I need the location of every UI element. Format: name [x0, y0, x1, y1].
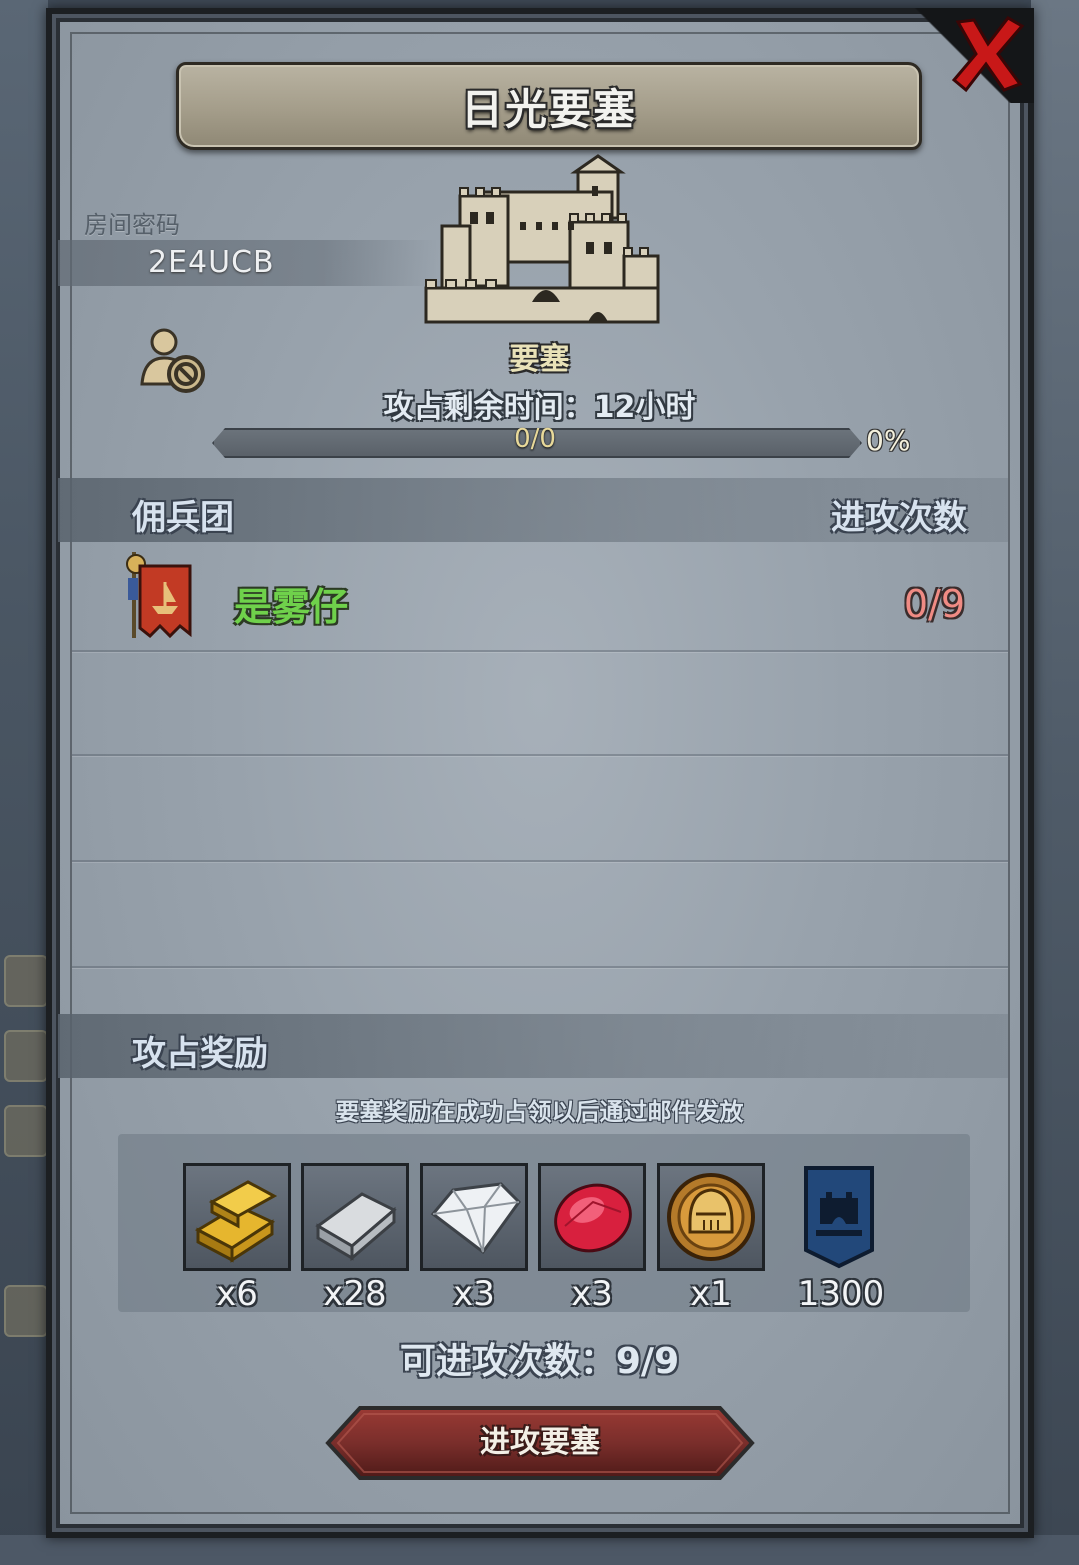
background-bottom	[0, 1535, 1079, 1565]
reward-count: 1300	[797, 1274, 885, 1314]
reward-ruby[interactable]	[538, 1163, 646, 1271]
ruby-icon	[554, 1183, 632, 1253]
guild-banner-icon[interactable]	[124, 548, 196, 642]
side-search-icon[interactable]	[4, 1285, 48, 1337]
mercenary-section-title: 佣兵团	[132, 498, 234, 538]
side-map-icon[interactable]	[4, 1030, 48, 1082]
room-code-label: 房间密码	[84, 211, 180, 239]
side-scroll-icon[interactable]	[4, 955, 48, 1007]
progress-percent: 0%	[866, 424, 911, 457]
title-banner: 日光要塞	[176, 62, 922, 150]
close-button[interactable]	[950, 14, 1026, 94]
gold-bars-icon	[194, 1180, 278, 1263]
progress-count: 0/0	[514, 424, 556, 454]
dialog-title: 日光要塞	[460, 84, 637, 134]
attack-fortress-button[interactable]: 进攻要塞	[324, 1404, 756, 1482]
reward-section-title: 攻占奖励	[132, 1034, 268, 1074]
reward-count: x28	[323, 1274, 387, 1314]
reward-count: x1	[690, 1274, 732, 1314]
list-divider	[72, 860, 1008, 862]
mercenary-attack-count: 0/9	[903, 582, 965, 626]
list-divider	[72, 650, 1008, 652]
list-divider	[72, 754, 1008, 756]
diamond-icon	[430, 1182, 521, 1255]
reward-count: x3	[571, 1274, 613, 1314]
reward-count: x3	[453, 1274, 495, 1314]
reward-gold-bars[interactable]	[183, 1163, 291, 1271]
knight-helmet-coin-icon	[667, 1173, 755, 1261]
attack-fortress-label: 进攻要塞	[480, 1425, 600, 1460]
list-divider	[72, 966, 1008, 968]
reward-iron-ingot[interactable]	[301, 1163, 409, 1271]
reward-note: 要塞奖励在成功占领以后通过邮件发放	[335, 1098, 744, 1126]
mercenary-name[interactable]: 是雾仔	[234, 576, 348, 631]
fortress-castle-icon	[424, 154, 660, 324]
occupy-time-remaining: 攻占剩余时间：12小时	[383, 390, 696, 425]
close-x-icon	[951, 16, 1025, 93]
remaining-attempts: 可进攻次数：9/9	[399, 1341, 680, 1382]
reward-count: x6	[216, 1274, 258, 1314]
background-right	[1031, 0, 1079, 1565]
fortress-label: 要塞	[509, 342, 570, 377]
iron-ingot-icon	[315, 1192, 397, 1262]
reward-helmet-coin[interactable]	[657, 1163, 765, 1271]
room-code-value[interactable]: 2E4UCB	[148, 245, 275, 280]
attack-count-header: 进攻次数	[831, 498, 967, 538]
fortress-badge-icon[interactable]	[802, 1164, 876, 1270]
reward-diamond[interactable]	[420, 1163, 528, 1271]
